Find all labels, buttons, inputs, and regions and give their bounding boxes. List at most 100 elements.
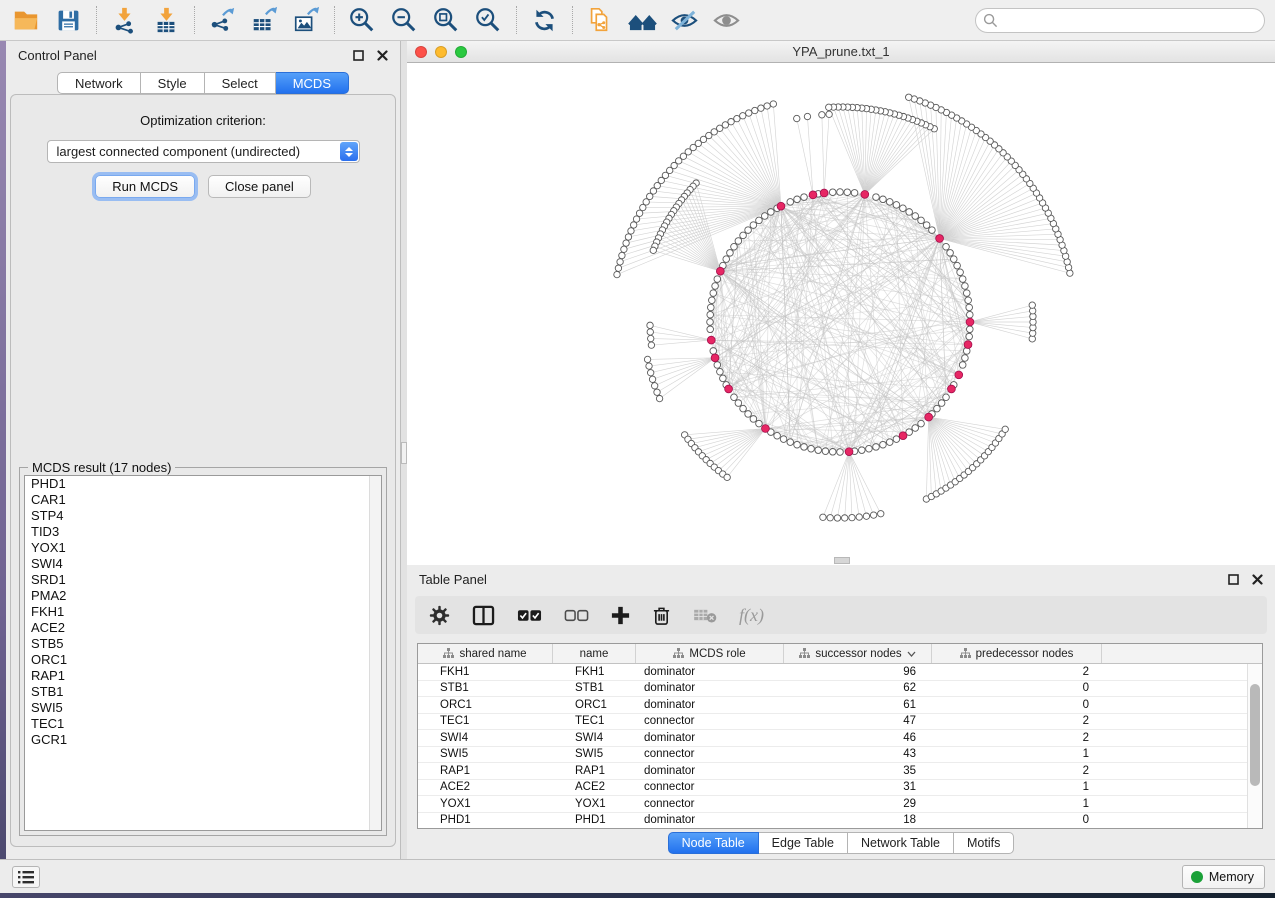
network-node[interactable] bbox=[774, 432, 781, 439]
deselect-all-columns-button[interactable] bbox=[564, 609, 589, 622]
cell-MCDS-role[interactable]: connector bbox=[636, 798, 784, 810]
network-node[interactable] bbox=[959, 362, 966, 369]
network-node[interactable] bbox=[801, 444, 808, 451]
network-node[interactable] bbox=[947, 250, 954, 257]
network-node[interactable] bbox=[707, 319, 714, 326]
optimization-criterion-select[interactable]: largest connected component (undirected) bbox=[47, 140, 360, 163]
network-node[interactable] bbox=[965, 297, 972, 304]
cell-MCDS-role[interactable]: dominator bbox=[636, 732, 784, 744]
mcds-node[interactable] bbox=[936, 235, 944, 243]
maximize-window-icon[interactable] bbox=[455, 46, 467, 58]
network-node[interactable] bbox=[731, 243, 738, 250]
run-mcds-button[interactable]: Run MCDS bbox=[95, 175, 195, 198]
mcds-result-item[interactable]: SWI4 bbox=[25, 556, 381, 572]
network-node[interactable] bbox=[886, 439, 893, 446]
mcds-result-item[interactable]: STB5 bbox=[25, 636, 381, 652]
cell-shared-name[interactable]: PHD1 bbox=[418, 814, 553, 826]
network-node[interactable] bbox=[648, 342, 654, 348]
network-node[interactable] bbox=[858, 447, 865, 454]
network-node[interactable] bbox=[943, 394, 950, 401]
network-node[interactable] bbox=[647, 329, 653, 335]
mcds-result-item[interactable]: PHD1 bbox=[25, 476, 381, 492]
network-node[interactable] bbox=[647, 370, 653, 376]
mcds-node[interactable] bbox=[707, 336, 715, 344]
network-node[interactable] bbox=[745, 227, 752, 234]
close-panel-icon[interactable] bbox=[374, 47, 390, 63]
network-node[interactable] bbox=[621, 246, 627, 252]
network-node[interactable] bbox=[735, 238, 742, 245]
cell-predecessor-nodes[interactable]: 1 bbox=[932, 748, 1102, 760]
cell-successor-nodes[interactable]: 61 bbox=[784, 699, 932, 711]
mcds-node[interactable] bbox=[777, 202, 785, 210]
network-node[interactable] bbox=[756, 420, 763, 427]
network-node[interactable] bbox=[709, 297, 716, 304]
refresh-view-button[interactable] bbox=[526, 3, 562, 37]
network-node[interactable] bbox=[1029, 302, 1035, 308]
mcds-node[interactable] bbox=[964, 341, 972, 349]
network-node[interactable] bbox=[707, 326, 714, 333]
cell-successor-nodes[interactable]: 31 bbox=[784, 781, 932, 793]
table-settings-button[interactable] bbox=[429, 605, 450, 626]
network-node[interactable] bbox=[734, 115, 740, 121]
network-node[interactable] bbox=[745, 411, 752, 418]
network-node[interactable] bbox=[912, 425, 919, 432]
network-node[interactable] bbox=[801, 194, 808, 201]
network-node[interactable] bbox=[787, 199, 794, 206]
cell-shared-name[interactable]: STB1 bbox=[418, 682, 553, 694]
cell-name[interactable]: ORC1 bbox=[553, 699, 636, 711]
network-node[interactable] bbox=[842, 515, 848, 521]
column-header-MCDS-role[interactable]: MCDS role bbox=[636, 644, 784, 663]
network-node[interactable] bbox=[794, 441, 801, 448]
cell-successor-nodes[interactable]: 18 bbox=[784, 814, 932, 826]
network-node[interactable] bbox=[794, 115, 800, 121]
network-node[interactable] bbox=[636, 210, 642, 216]
close-table-panel-icon[interactable] bbox=[1249, 571, 1265, 587]
network-node[interactable] bbox=[731, 394, 738, 401]
network-node[interactable] bbox=[804, 113, 810, 119]
mcds-node[interactable] bbox=[899, 432, 907, 440]
show-all-button[interactable] bbox=[708, 3, 744, 37]
network-node[interactable] bbox=[870, 512, 876, 518]
create-column-button[interactable] bbox=[611, 606, 630, 625]
task-history-button[interactable] bbox=[12, 866, 40, 888]
mcds-result-item[interactable]: STB1 bbox=[25, 684, 381, 700]
cell-MCDS-role[interactable]: connector bbox=[636, 715, 784, 727]
network-node[interactable] bbox=[819, 112, 825, 118]
cell-predecessor-nodes[interactable]: 1 bbox=[932, 781, 1102, 793]
cell-predecessor-nodes[interactable]: 0 bbox=[932, 682, 1102, 694]
network-node[interactable] bbox=[787, 439, 794, 446]
cell-successor-nodes[interactable]: 47 bbox=[784, 715, 932, 727]
cell-MCDS-role[interactable]: connector bbox=[636, 781, 784, 793]
network-node[interactable] bbox=[878, 511, 884, 517]
mcds-node[interactable] bbox=[845, 448, 853, 456]
network-node[interactable] bbox=[740, 232, 747, 239]
network-node[interactable] bbox=[900, 205, 907, 212]
table-row[interactable]: YOX1YOX1connector291 bbox=[418, 796, 1247, 813]
mcds-node[interactable] bbox=[861, 190, 869, 198]
network-node[interactable] bbox=[615, 265, 621, 271]
network-node[interactable] bbox=[934, 405, 941, 412]
cell-shared-name[interactable]: SWI5 bbox=[418, 748, 553, 760]
table-row[interactable]: FKH1FKH1dominator962 bbox=[418, 664, 1247, 681]
cell-name[interactable]: SWI4 bbox=[553, 732, 636, 744]
network-node[interactable] bbox=[886, 199, 893, 206]
float-panel-icon[interactable] bbox=[350, 47, 366, 63]
network-node[interactable] bbox=[648, 335, 654, 341]
hide-selected-button[interactable] bbox=[666, 3, 702, 37]
cell-name[interactable]: PHD1 bbox=[553, 814, 636, 826]
network-node[interactable] bbox=[746, 110, 752, 116]
network-node[interactable] bbox=[923, 222, 930, 229]
first-neighbors-button[interactable] bbox=[624, 3, 660, 37]
cell-MCDS-role[interactable]: connector bbox=[636, 748, 784, 760]
cell-predecessor-nodes[interactable]: 2 bbox=[932, 732, 1102, 744]
network-node[interactable] bbox=[966, 333, 973, 340]
close-panel-button[interactable]: Close panel bbox=[208, 175, 311, 198]
mcds-list-scrollbar[interactable] bbox=[369, 476, 381, 830]
network-node[interactable] bbox=[826, 104, 832, 110]
export-table-button[interactable] bbox=[246, 3, 282, 37]
cell-predecessor-nodes[interactable]: 0 bbox=[932, 814, 1102, 826]
tab-select[interactable]: Select bbox=[205, 72, 276, 94]
network-node[interactable] bbox=[954, 262, 961, 269]
network-node[interactable] bbox=[752, 107, 758, 113]
zoom-in-button[interactable] bbox=[344, 3, 380, 37]
